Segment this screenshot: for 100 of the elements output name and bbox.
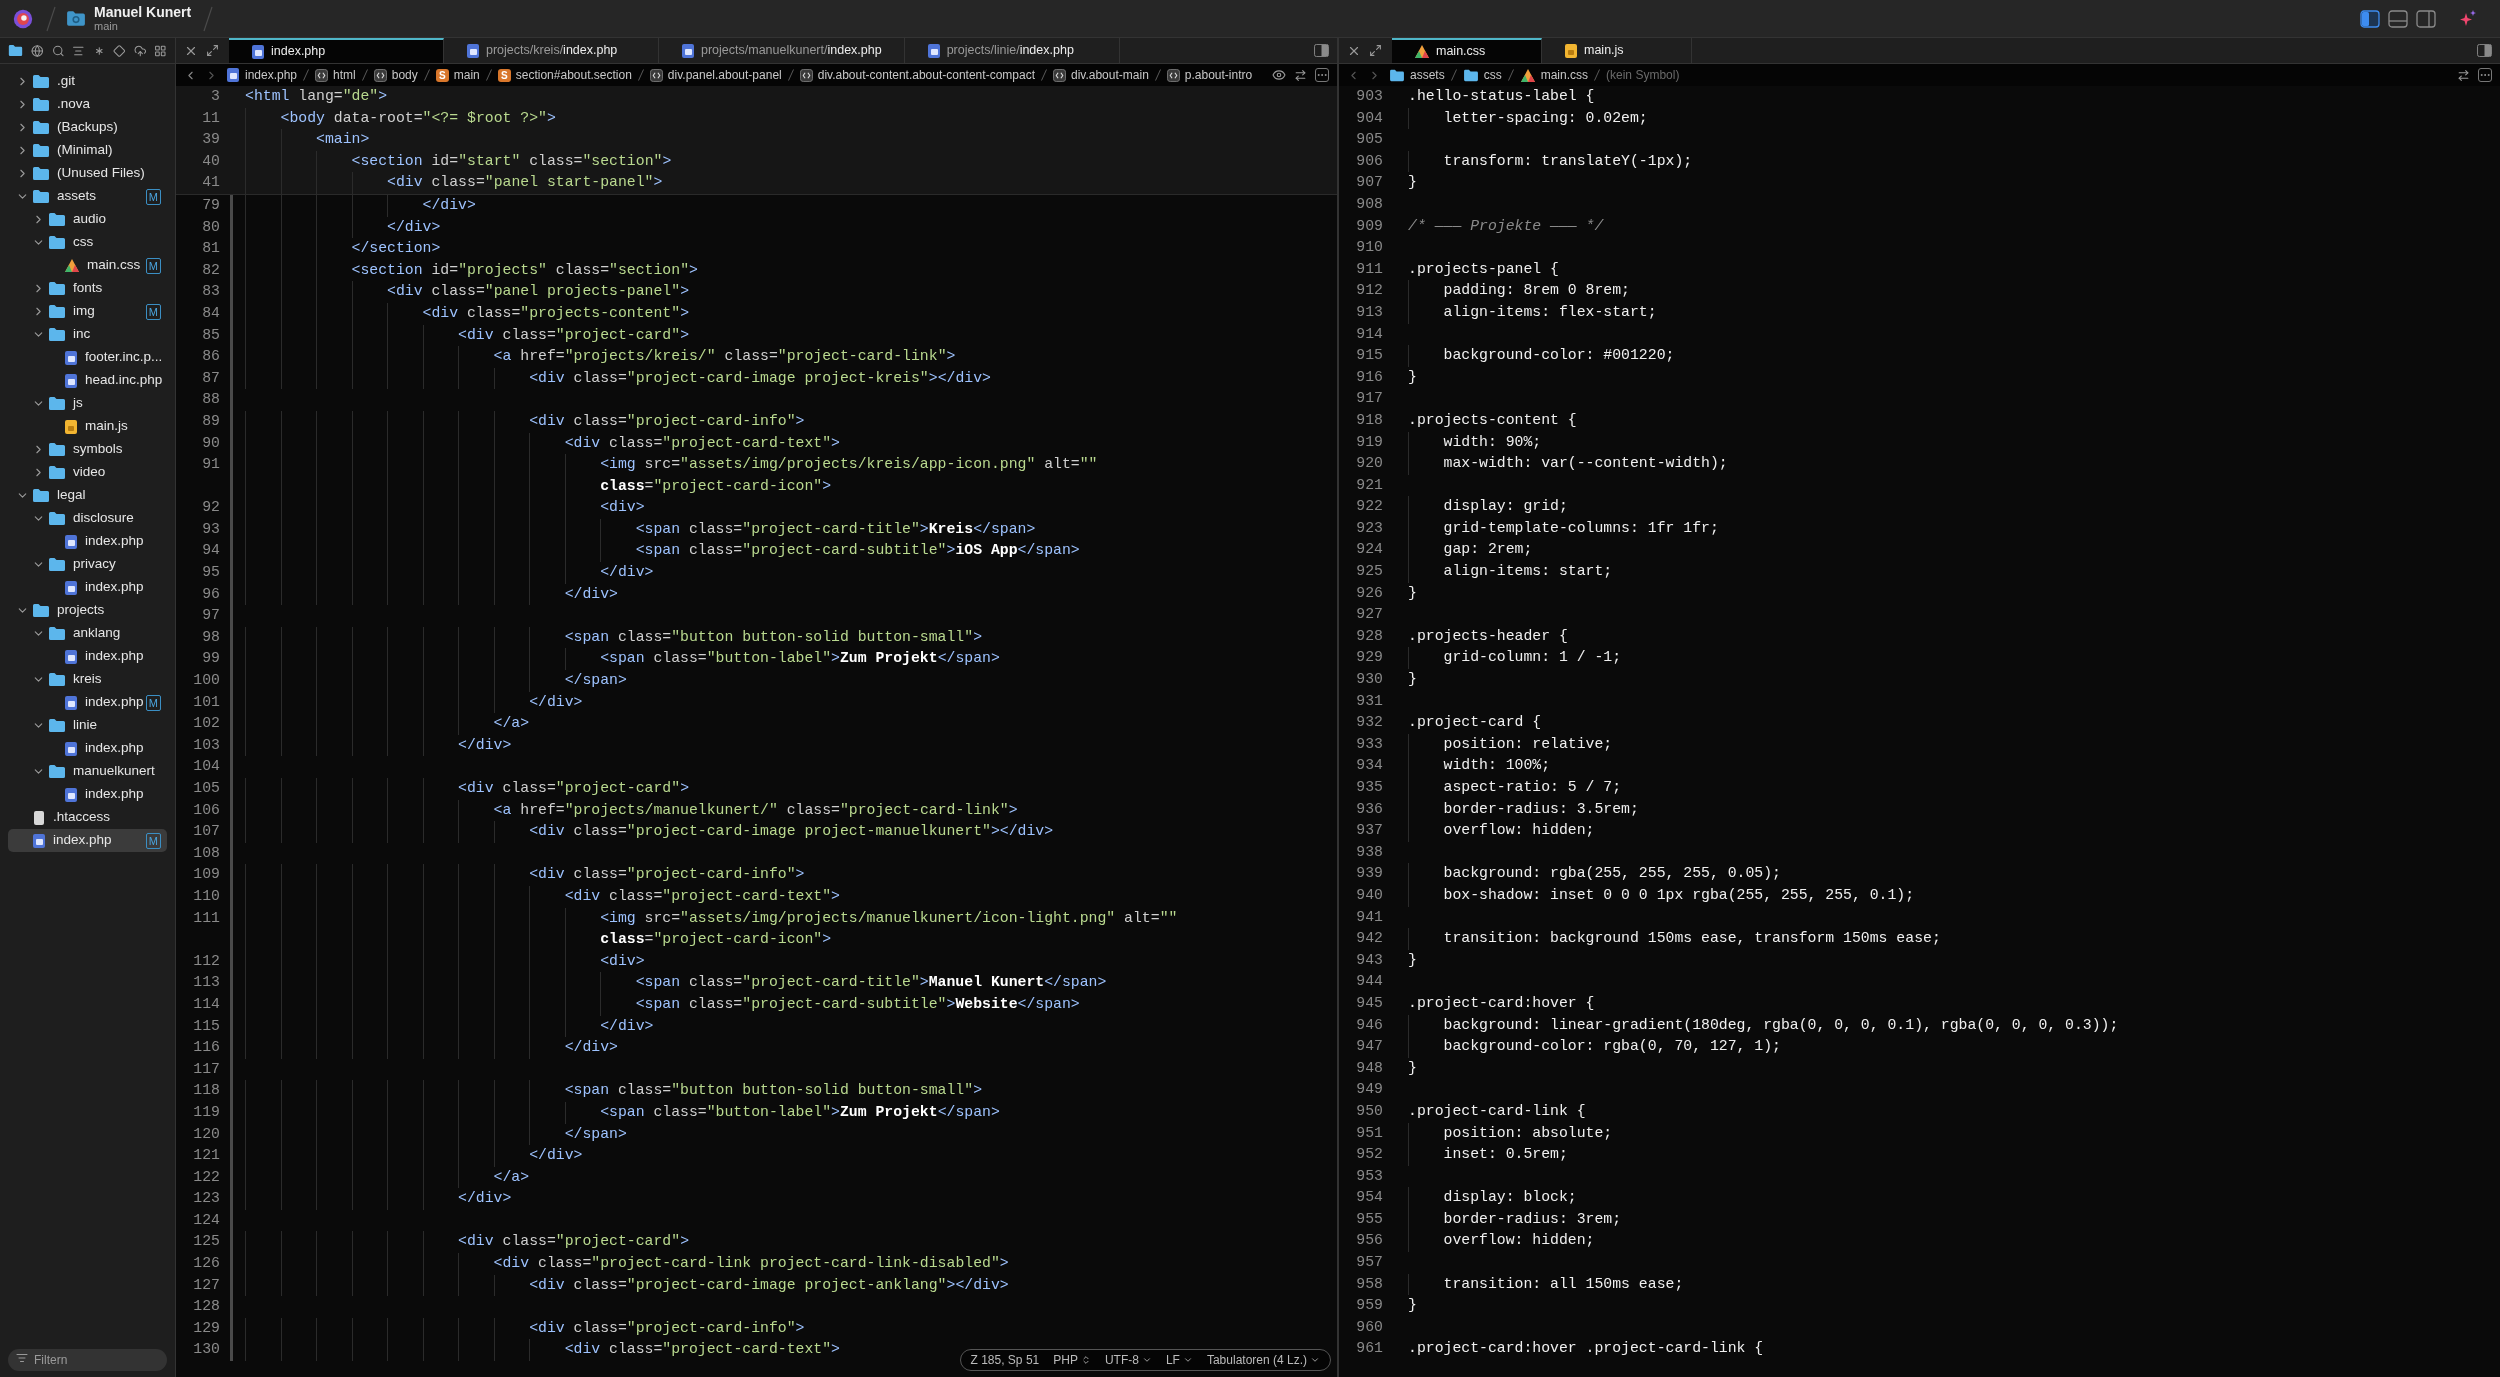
code-line: </div> <box>245 1015 654 1038</box>
php-file-icon <box>32 832 46 849</box>
line-number: 960 <box>1356 1318 1383 1335</box>
search-icon[interactable] <box>51 43 65 58</box>
layout-toggle-icon[interactable] <box>2416 9 2436 28</box>
breadcrumb-item[interactable]: assets <box>1389 66 1445 84</box>
file-tree-item[interactable]: (Minimal) <box>8 139 167 162</box>
file-tree-item[interactable]: manuelkunert <box>8 760 167 783</box>
file-tree-item[interactable]: index.php M <box>8 691 167 714</box>
file-tree-item[interactable]: legal <box>8 484 167 507</box>
editor-tab[interactable]: projects/kreis/index.php <box>444 38 659 63</box>
file-tree-item[interactable]: index.php <box>8 576 167 599</box>
breadcrumb-item[interactable]: div.about-main <box>1053 66 1149 84</box>
line-number: 113 <box>193 974 220 991</box>
slash-divider <box>203 5 214 32</box>
file-tree-item[interactable]: privacy <box>8 553 167 576</box>
breadcrumb-item[interactable]: html <box>315 66 356 84</box>
line-number: 86 <box>202 348 220 365</box>
eye-icon[interactable] <box>1272 68 1286 82</box>
expand-icon[interactable] <box>206 44 219 57</box>
breadcrumb-item[interactable]: div.panel.about-panel <box>649 66 782 84</box>
line-number: 106 <box>193 801 220 818</box>
file-tree-item[interactable]: css <box>8 231 167 254</box>
breadcrumb-item[interactable]: body <box>373 66 418 84</box>
breadcrumb-item[interactable]: S main <box>435 66 480 84</box>
file-tree-item[interactable]: img M <box>8 300 167 323</box>
file-tree-item[interactable]: kreis <box>8 668 167 691</box>
file-tree-item[interactable]: fonts <box>8 277 167 300</box>
code-line: <div class="panel start-panel"> <box>245 172 663 194</box>
code-line: </div> <box>245 216 441 239</box>
code-line: border-radius: 3rem; <box>1408 1208 1622 1231</box>
more-icon[interactable] <box>2478 68 2492 82</box>
file-tree-item[interactable]: linie <box>8 714 167 737</box>
code-line: inset: 0.5rem; <box>1408 1144 1568 1166</box>
layout-toggle-icon[interactable] <box>2388 9 2408 28</box>
file-tree-item[interactable]: (Unused Files) <box>8 162 167 185</box>
layout-toggle-icon[interactable] <box>2360 9 2380 28</box>
cloud-upload-icon[interactable] <box>133 43 147 58</box>
breadcrumb-item[interactable]: main.css <box>1519 66 1589 84</box>
code-line: </div> <box>245 691 583 714</box>
file-tree-item[interactable]: video <box>8 461 167 484</box>
file-tree-item[interactable]: .git <box>8 70 167 93</box>
code-line: align-items: flex-start; <box>1408 301 1657 324</box>
file-tree-item[interactable]: footer.inc.p... <box>8 346 167 369</box>
editor-tab[interactable]: projects/manuelkunert/index.php <box>659 38 905 63</box>
folder-icon <box>48 626 66 641</box>
file-tree-item[interactable]: audio <box>8 208 167 231</box>
breadcrumb-item[interactable]: index.php <box>226 66 298 84</box>
breadcrumb-item[interactable]: (kein Symbol) <box>1606 66 1680 84</box>
file-tree-item[interactable]: main.js <box>8 415 167 438</box>
globe-icon[interactable] <box>31 43 44 58</box>
file-tree-item[interactable]: index.php <box>8 783 167 806</box>
split-view-icon[interactable] <box>2477 44 2492 57</box>
file-tree-item[interactable]: head.inc.php <box>8 369 167 392</box>
diamond-icon[interactable] <box>113 43 126 58</box>
editor-tab[interactable]: projects/linie/index.php <box>904 38 1120 63</box>
file-tree-item[interactable]: index.php M <box>8 829 167 852</box>
swap-icon[interactable] <box>1294 68 1307 82</box>
file-tree-item[interactable]: assets M <box>8 185 167 208</box>
status-item[interactable]: UTF-8 <box>1104 1351 1152 1369</box>
filter-field[interactable]: Filtern <box>8 1349 167 1371</box>
line-number: 103 <box>193 736 220 753</box>
file-tree-item[interactable]: .nova <box>8 93 167 116</box>
code-line: } <box>1408 1058 1417 1078</box>
breadcrumb-item[interactable]: css <box>1462 66 1502 84</box>
breadcrumb-item[interactable]: p.about-intro <box>1166 66 1253 84</box>
file-tree-item[interactable]: main.css M <box>8 254 167 277</box>
swap-icon[interactable] <box>2457 68 2470 82</box>
file-tree-item[interactable]: disclosure <box>8 507 167 530</box>
line-number: 109 <box>193 866 220 883</box>
modified-badge: M <box>145 694 161 711</box>
file-tree-item[interactable]: anklang <box>8 622 167 645</box>
file-tree-item[interactable]: projects <box>8 599 167 622</box>
expand-icon[interactable] <box>1369 44 1382 57</box>
file-tree-item[interactable]: index.php <box>8 645 167 668</box>
file-tree-item[interactable]: .htaccess <box>8 806 167 829</box>
file-tree-item[interactable]: index.php <box>8 737 167 760</box>
editor-tab[interactable]: main.css <box>1392 38 1542 63</box>
file-tree-item[interactable]: (Backups) <box>8 116 167 139</box>
file-tree-item[interactable]: js <box>8 392 167 415</box>
file-tree-item[interactable]: symbols <box>8 438 167 461</box>
status-item[interactable]: Tabulatoren (4 Lz.) <box>1206 1351 1320 1369</box>
more-icon[interactable] <box>1315 68 1329 82</box>
code-line: } <box>1408 173 1417 193</box>
file-tree-item[interactable]: index.php <box>8 530 167 553</box>
file-tree-item[interactable]: inc <box>8 323 167 346</box>
breadcrumb-separator <box>303 69 310 81</box>
breadcrumb-item[interactable]: div.about-content.about-content-compact <box>799 66 1035 84</box>
status-item[interactable]: LF <box>1165 1351 1193 1369</box>
editor-tab[interactable]: main.js <box>1542 38 1692 63</box>
modified-badge: M <box>145 257 161 274</box>
code-line: class="project-card-icon"> <box>245 929 832 951</box>
split-view-icon[interactable] <box>1314 44 1329 57</box>
code-line: position: relative; <box>1408 733 1613 756</box>
status-item[interactable]: PHP <box>1053 1351 1091 1369</box>
grid-icon[interactable] <box>154 43 168 58</box>
line-number: 911 <box>1356 260 1383 277</box>
breadcrumb-item[interactable]: S section#about.section <box>497 66 632 84</box>
editor-tab[interactable]: index.php <box>229 38 444 63</box>
code-line: <div class="project-card-text"> <box>245 1339 840 1362</box>
